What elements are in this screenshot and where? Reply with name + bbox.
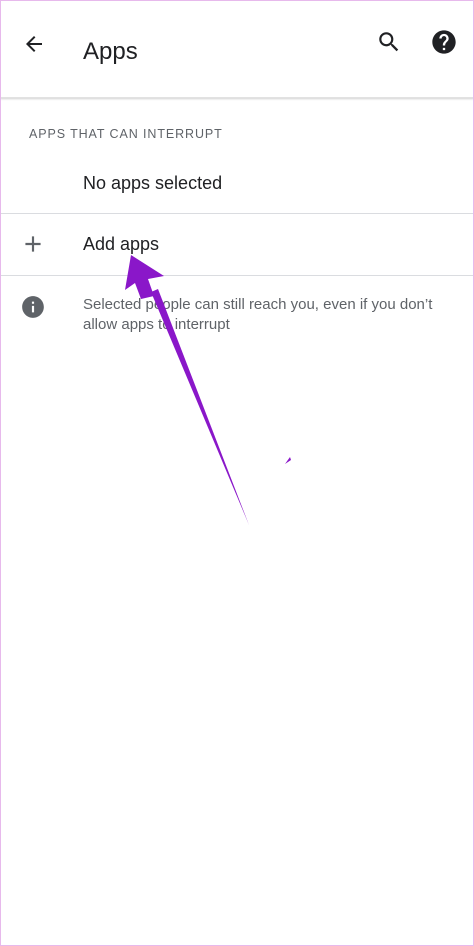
add-apps-label: Add apps [83,234,160,254]
annotation-arrow [125,255,291,525]
app-bar: Apps [0,0,474,98]
back-button[interactable] [12,22,56,66]
add-apps-button[interactable]: Add apps [0,214,474,275]
page-title: Apps [83,38,138,65]
info-icon [22,296,44,318]
divider [0,275,474,276]
info-message: Selected people can still reach you, eve… [83,296,433,333]
empty-state-text: No apps selected [83,173,223,193]
search-button[interactable] [366,19,412,65]
plus-icon [25,236,41,252]
help-icon [432,30,456,54]
search-icon [379,32,399,52]
section-header: APPS THAT CAN INTERRUPT [29,127,223,141]
arrow-back-icon [26,36,42,52]
help-button[interactable] [421,19,467,65]
screenshot-frame [0,0,474,946]
